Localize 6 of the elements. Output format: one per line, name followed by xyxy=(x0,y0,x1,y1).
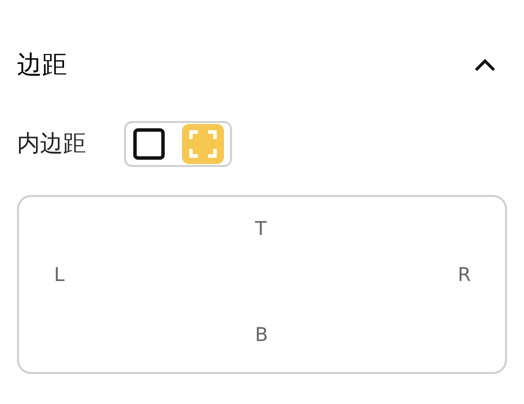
right-label: R xyxy=(458,263,471,288)
padding-label: 内边距 xyxy=(17,130,87,159)
left-label: L xyxy=(54,263,65,288)
section-title: 边距 xyxy=(17,49,67,82)
top-label: T xyxy=(255,217,267,242)
bottom-label: B xyxy=(255,323,268,348)
